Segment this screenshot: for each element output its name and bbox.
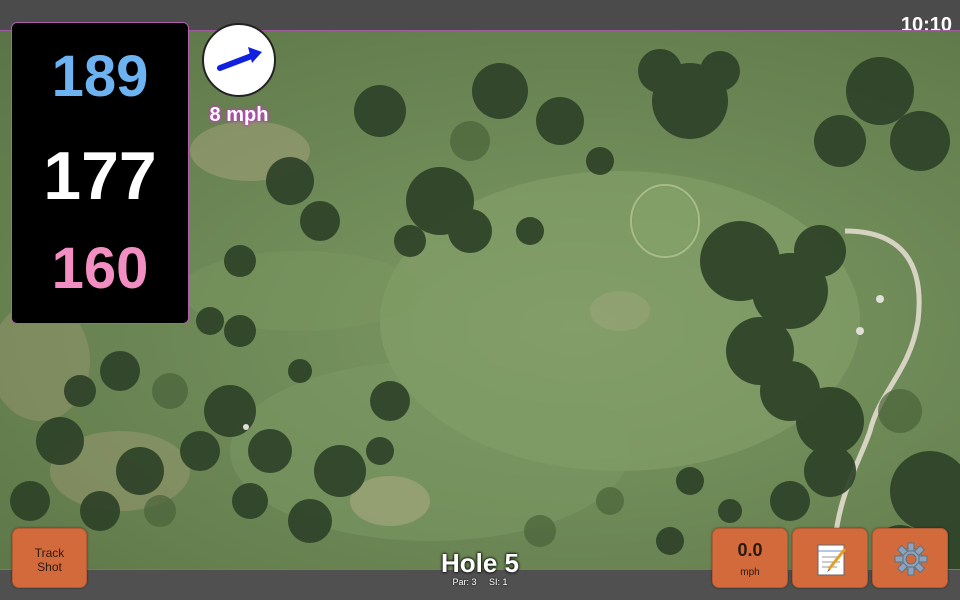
wind-direction-arrow-icon	[217, 47, 262, 71]
wind-direction-indicator	[202, 23, 276, 97]
distance-front: 160	[51, 236, 149, 301]
speed-value: 0.0	[737, 540, 763, 560]
speed-button[interactable]: 0.0 mph	[712, 528, 788, 588]
distance-panel: 189 177 160	[11, 22, 189, 324]
hole-title: Hole 5	[440, 548, 520, 578]
distance-back: 189	[51, 44, 149, 109]
hole-info: Par: 3 SI: 1	[380, 577, 580, 587]
hole-par: Par: 3	[452, 577, 477, 587]
settings-button[interactable]	[872, 528, 948, 588]
gear-icon	[894, 542, 928, 576]
golf-gps-app: 10:10 189 177 160 8 mph Track Shot Hole …	[0, 0, 960, 600]
hole-stroke-index: SI: 1	[489, 577, 508, 587]
track-shot-button[interactable]: Track Shot	[12, 528, 87, 588]
wind-speed: 8 mph	[209, 104, 269, 126]
notepad-icon	[817, 544, 847, 576]
track-shot-label-line1: Track	[34, 546, 65, 560]
notes-button[interactable]	[792, 528, 868, 588]
speed-unit: mph	[740, 567, 760, 578]
distance-middle: 177	[43, 138, 157, 214]
track-shot-label-line2: Shot	[37, 560, 62, 574]
